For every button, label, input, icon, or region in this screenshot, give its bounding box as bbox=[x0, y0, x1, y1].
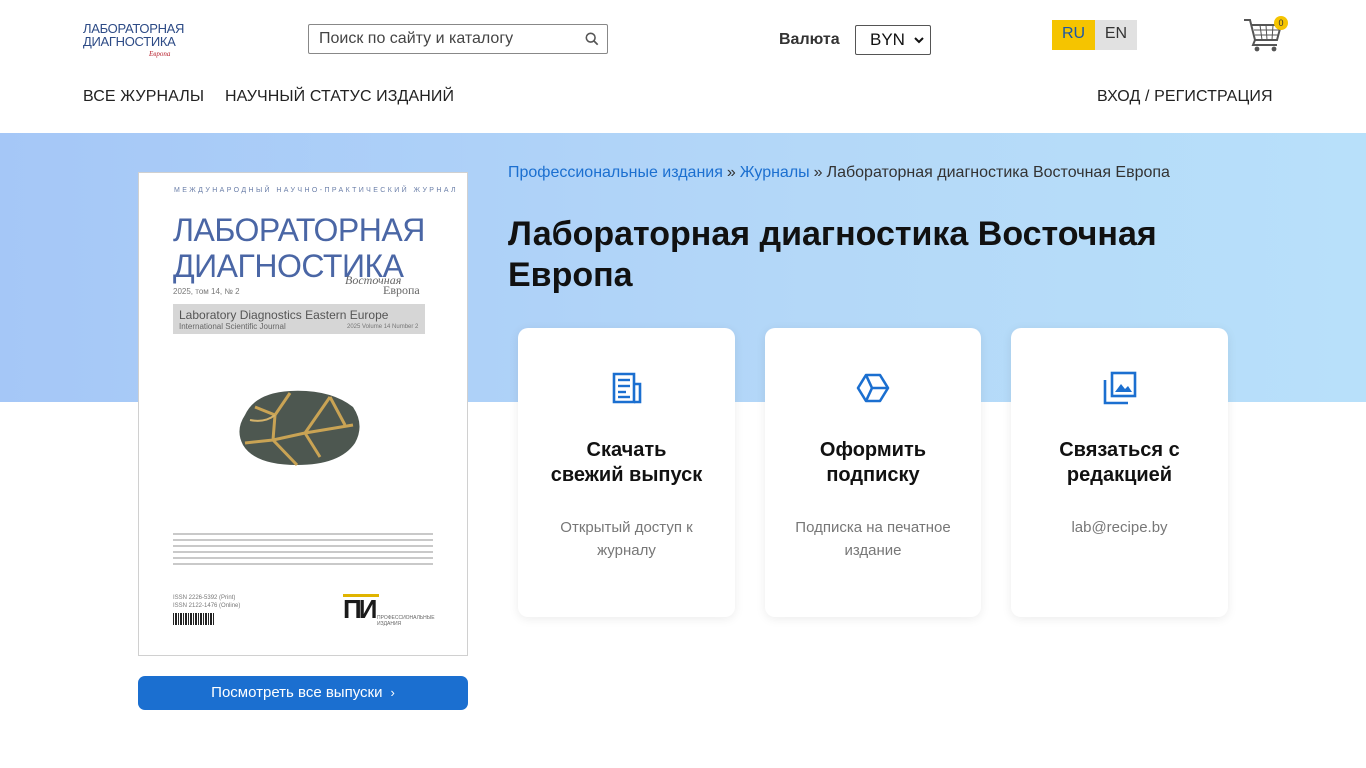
cover-subtitle-europe: Европа bbox=[383, 283, 420, 297]
box-icon bbox=[856, 373, 890, 403]
breadcrumb-current: Лабораторная диагностика Восточная Европ… bbox=[826, 164, 1170, 181]
card-title-line-2: редакцией bbox=[1066, 464, 1173, 486]
card-title: Скачать свежий выпуск bbox=[518, 438, 735, 488]
cover-top-line: МЕЖДУНАРОДНЫЙ НАУЧНО-ПРАКТИЧЕСКИЙ ЖУРНАЛ bbox=[174, 187, 459, 194]
breadcrumb-separator: » bbox=[813, 164, 823, 181]
publisher-name-line-2: ИЗДАНИЯ bbox=[377, 621, 402, 627]
breadcrumb-professional-editions[interactable]: Профессиональные издания bbox=[508, 164, 723, 181]
currency-label: Валюта bbox=[779, 31, 840, 48]
journal-cover[interactable]: МЕЖДУНАРОДНЫЙ НАУЧНО-ПРАКТИЧЕСКИЙ ЖУРНАЛ… bbox=[138, 172, 468, 656]
site-logo[interactable]: ЛАБОРАТОРНАЯ ДИАГНОСТИКА Европа bbox=[83, 18, 184, 60]
currency-select[interactable]: BYN bbox=[855, 25, 931, 55]
cover-title-line-1: ЛАБОРАТОРНАЯ bbox=[173, 212, 425, 248]
cart-button[interactable]: 0 bbox=[1243, 16, 1288, 54]
cart-count-badge: 0 bbox=[1274, 16, 1288, 30]
logo-line-3: Европа bbox=[149, 50, 171, 58]
card-description: Подписка на печатное издание bbox=[795, 519, 951, 559]
nav-scientific-status[interactable]: НАУЧНЫЙ СТАТУС ИЗДАНИЙ bbox=[225, 88, 454, 106]
card-title-line-1: Связаться с bbox=[1059, 439, 1180, 461]
cover-english-volume: 2025 Volume 14 Number 2 bbox=[347, 324, 419, 330]
cover-issn-online: ISSN 2122-1476 (Online) bbox=[173, 603, 241, 609]
cover-stone-image bbox=[239, 390, 360, 467]
cover-issue-year: 2025, том 14, № 2 bbox=[173, 287, 240, 296]
chevron-right-icon: › bbox=[390, 685, 395, 700]
lang-ru-button[interactable]: RU bbox=[1052, 20, 1095, 50]
view-all-issues-label: Посмотреть все выпуски bbox=[211, 684, 383, 701]
card-download-issue[interactable]: Скачать свежий выпуск Открытый доступ к … bbox=[518, 328, 735, 617]
publisher-logo: ПИ bbox=[343, 594, 377, 624]
card-subscribe[interactable]: Оформить подписку Подписка на печатное и… bbox=[765, 328, 981, 617]
newspaper-icon bbox=[612, 372, 641, 404]
cover-issn-print: ISSN 2226-5392 (Print) bbox=[173, 595, 236, 601]
search-input[interactable] bbox=[309, 25, 579, 53]
cover-issn: ISSN 2226-5392 (Print) ISSN 2122-1476 (O… bbox=[173, 594, 240, 610]
card-description: Открытый доступ к журналу bbox=[560, 519, 693, 559]
card-title-line-1: Скачать bbox=[586, 439, 667, 461]
breadcrumb-journals[interactable]: Журналы bbox=[740, 164, 810, 181]
cover-barcode bbox=[173, 613, 215, 625]
card-title-line-2: подписку bbox=[826, 464, 920, 486]
nav-login-register[interactable]: ВХОД / РЕГИСТРАЦИЯ bbox=[1097, 88, 1273, 106]
breadcrumb-separator: » bbox=[726, 164, 736, 181]
search-box bbox=[308, 24, 608, 54]
currency-selected-value: BYN bbox=[870, 30, 905, 49]
lang-en-button[interactable]: EN bbox=[1095, 20, 1137, 50]
nav-all-journals[interactable]: ВСЕ ЖУРНАЛЫ bbox=[83, 88, 204, 106]
card-description[interactable]: lab@recipe.by bbox=[1031, 516, 1208, 539]
search-icon[interactable] bbox=[585, 32, 599, 46]
view-all-issues-button[interactable]: Посмотреть все выпуски › bbox=[138, 676, 468, 710]
logo-line-2: ДИАГНОСТИКА bbox=[83, 34, 176, 49]
chevron-down-icon bbox=[914, 37, 924, 44]
cover-english-subtitle: International Scientific Journal bbox=[179, 322, 286, 331]
card-title: Оформить подписку bbox=[765, 438, 981, 488]
card-contact-editors[interactable]: Связаться с редакцией lab@recipe.by bbox=[1011, 328, 1228, 617]
page-title: Лабораторная диагностика Восточная Европ… bbox=[508, 215, 1157, 294]
gallery-icon bbox=[1103, 371, 1136, 405]
card-title-line-2: свежий выпуск bbox=[550, 464, 703, 486]
card-title: Связаться с редакцией bbox=[1011, 438, 1228, 488]
cover-english-title: Laboratory Diagnostics Eastern Europe bbox=[179, 308, 389, 322]
card-title-line-1: Оформить bbox=[819, 439, 927, 461]
publisher-name: ПРОФЕССИОНАЛЬНЫЕ ИЗДАНИЯ bbox=[377, 615, 435, 627]
cover-body-text bbox=[173, 533, 433, 569]
site-header: ЛАБОРАТОРНАЯ ДИАГНОСТИКА Европа Валюта B… bbox=[0, 0, 1366, 133]
breadcrumb: Профессиональные издания» Журналы» Лаборат… bbox=[508, 164, 1170, 182]
